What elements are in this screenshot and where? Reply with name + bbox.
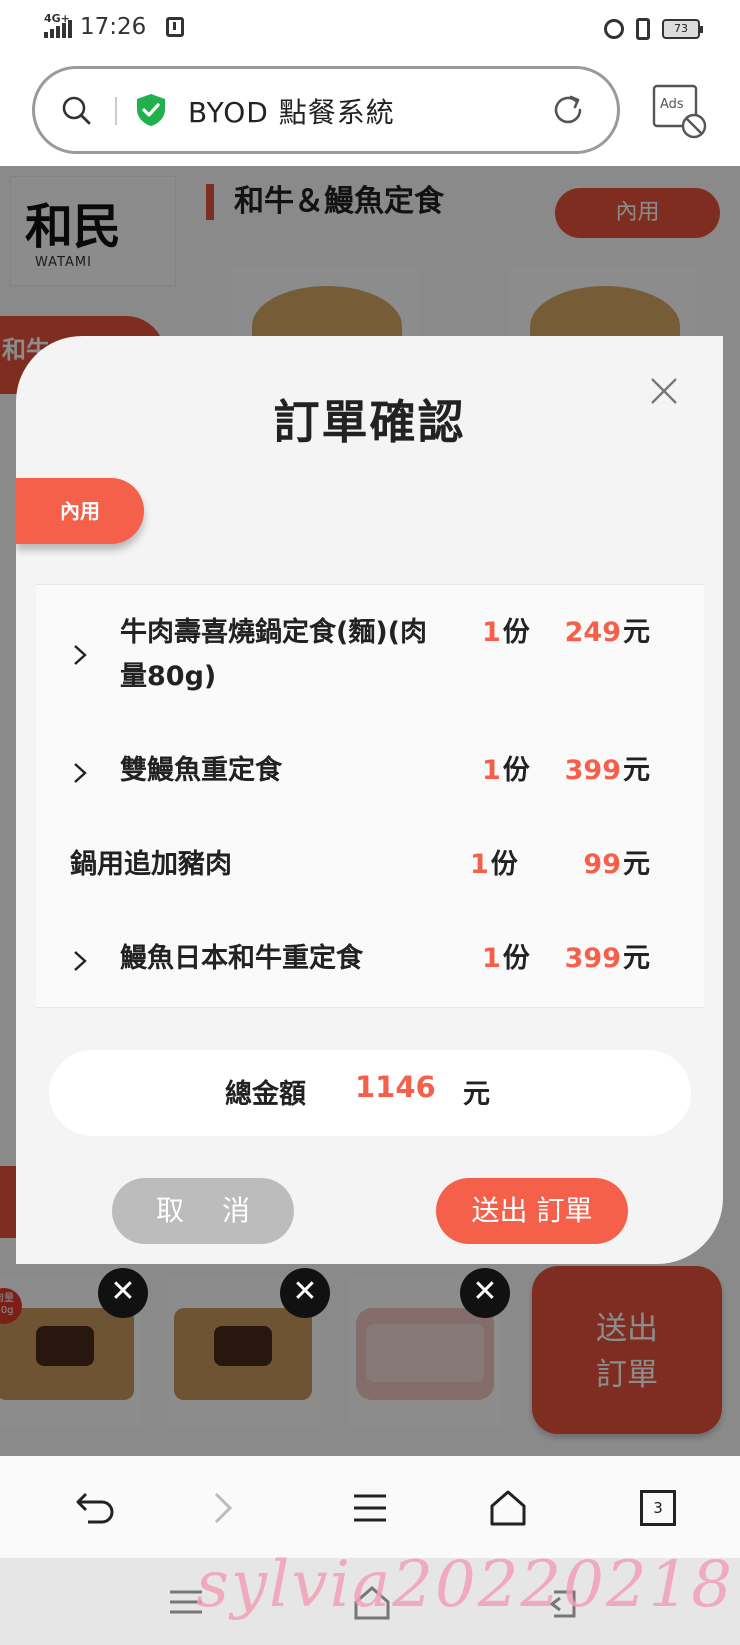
address-divider xyxy=(115,97,117,125)
send-order-button[interactable]: 送出 訂單 xyxy=(436,1178,628,1244)
dine-in-tag: 內用 xyxy=(16,478,144,544)
alarm-icon xyxy=(604,19,624,39)
watermark: sylvia20220218 xyxy=(196,1548,734,1622)
total-amount: 1146 xyxy=(355,1070,436,1104)
item-price: 249元 xyxy=(564,617,650,648)
order-list: 牛肉壽喜燒鍋定食(麵)(肉 量80g) 1份 249元 雙鰻魚重定食 1份 39… xyxy=(36,584,704,1008)
browser-toolbar: BYOD 點餐系統 Ads xyxy=(0,60,740,166)
ads-block-icon[interactable]: Ads xyxy=(652,84,708,140)
close-icon[interactable] xyxy=(649,376,679,406)
status-bar: 4G+ 17:26 73 xyxy=(0,0,740,60)
browser-bottom-nav: 3 xyxy=(0,1456,740,1558)
home-icon[interactable] xyxy=(486,1486,530,1530)
page-title: BYOD 點餐系統 xyxy=(188,96,395,129)
total-unit: 元 xyxy=(463,1079,490,1110)
secure-shield-icon[interactable] xyxy=(135,93,167,127)
item-price: 99元 xyxy=(583,849,650,880)
status-left: 4G+ 17:26 xyxy=(44,12,185,40)
vibrate-icon xyxy=(636,18,650,40)
remove-item-button[interactable]: ✕ xyxy=(98,1268,148,1318)
chevron-right-icon[interactable] xyxy=(70,643,90,667)
total-summary: 總金額 1146 元 xyxy=(49,1050,691,1136)
order-confirm-dialog: 訂單確認 內用 牛肉壽喜燒鍋定食(麵)(肉 量80g) 1份 249元 雙鰻魚重… xyxy=(16,336,723,1264)
reload-icon[interactable] xyxy=(549,91,587,129)
signal-icon: 4G+ xyxy=(44,12,72,38)
item-price: 399元 xyxy=(564,755,650,786)
dialog-title: 訂單確認 xyxy=(273,395,466,449)
status-time: 17:26 xyxy=(80,14,147,40)
battery-icon: 73 xyxy=(662,19,703,39)
cancel-button[interactable]: 取消 xyxy=(112,1178,294,1244)
item-price: 399元 xyxy=(564,943,650,974)
notification-icon xyxy=(166,17,185,37)
chevron-right-icon[interactable] xyxy=(70,761,90,785)
ads-label: Ads xyxy=(660,97,684,112)
remove-item-button[interactable]: ✕ xyxy=(280,1268,330,1318)
item-name: 牛肉壽喜燒鍋定食(麵)(肉 量80g) xyxy=(120,617,428,692)
search-icon[interactable] xyxy=(61,95,91,125)
address-bar[interactable]: BYOD 點餐系統 xyxy=(32,66,620,154)
item-name: 雙鰻魚重定食 xyxy=(120,755,282,786)
network-type: 4G+ xyxy=(44,12,70,25)
chevron-right-icon[interactable] xyxy=(70,949,90,973)
menu-icon[interactable] xyxy=(348,1486,392,1530)
item-name: 鍋用追加豬肉 xyxy=(70,849,232,880)
item-name: 鰻魚日本和牛重定食 xyxy=(120,943,363,974)
item-quantity: 1份 xyxy=(470,849,518,880)
forward-icon[interactable] xyxy=(200,1486,244,1530)
total-label: 總金額 xyxy=(225,1079,306,1110)
status-right: 73 xyxy=(604,18,703,40)
back-icon[interactable] xyxy=(70,1486,114,1530)
remove-item-button[interactable]: ✕ xyxy=(460,1268,510,1318)
tabs-icon[interactable]: 3 xyxy=(640,1490,676,1526)
